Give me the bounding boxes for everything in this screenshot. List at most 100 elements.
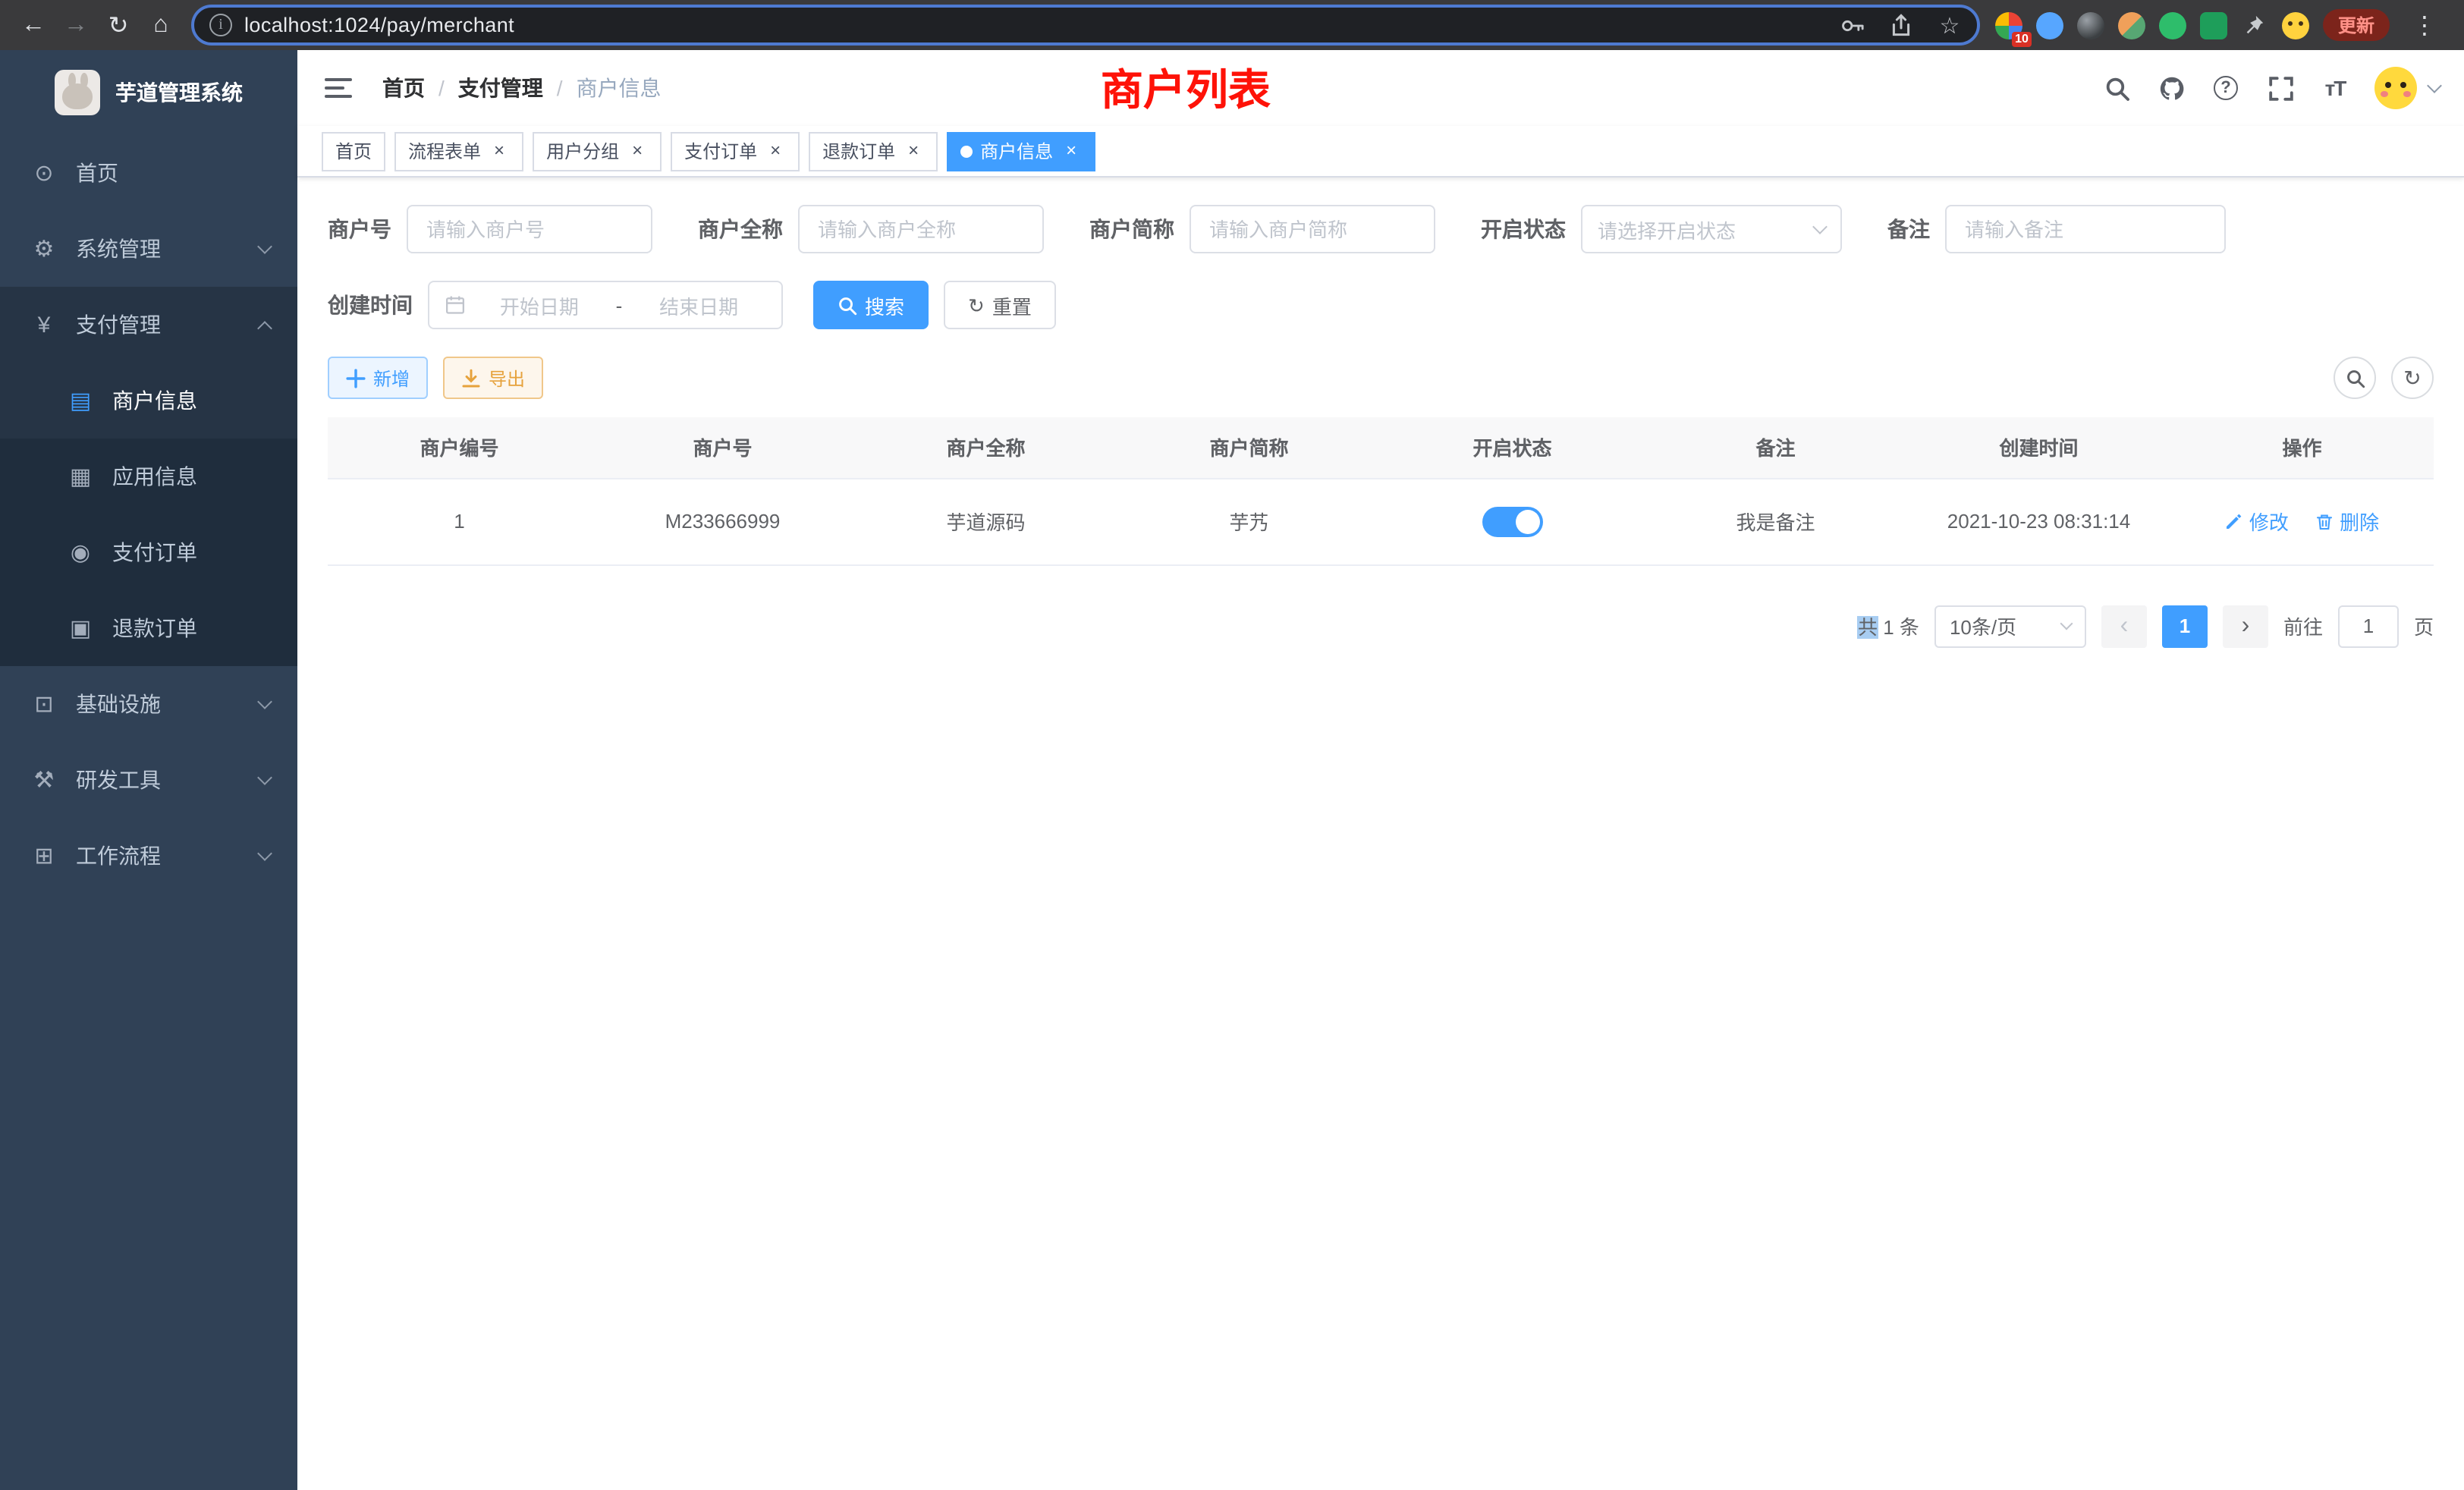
sidebar-item-app-info[interactable]: ▦ 应用信息: [0, 439, 297, 514]
export-button[interactable]: 导出: [443, 357, 543, 399]
breadcrumb-payment[interactable]: 支付管理: [458, 73, 543, 103]
full-name-input[interactable]: [798, 205, 1044, 253]
sidebar-item-pay-order[interactable]: ◉ 支付订单: [0, 514, 297, 590]
refresh-icon: ↻: [968, 295, 985, 315]
chevron-down-icon: [257, 845, 272, 860]
remark-input[interactable]: [1945, 205, 2226, 253]
sidebar-item-infrastructure[interactable]: ⊡ 基础设施: [0, 666, 297, 742]
app-logo[interactable]: 芋道管理系统: [0, 50, 297, 135]
tags-bar: 首页 流程表单 × 用户分组 × 支付订单 × 退款订单 ×: [297, 126, 2464, 178]
address-bar[interactable]: localhost:1024/pay/merchant ☆: [191, 5, 1980, 46]
extension-icon-1[interactable]: 10: [1995, 11, 2022, 39]
delete-button[interactable]: 删除: [2315, 507, 2379, 536]
extension-icon-4[interactable]: [2118, 11, 2145, 39]
short-name-label: 商户简称: [1089, 214, 1174, 244]
tab-merchant-info[interactable]: 商户信息 ×: [947, 131, 1095, 171]
toggle-search-button[interactable]: [2334, 357, 2376, 399]
breadcrumb-home[interactable]: 首页: [382, 73, 425, 103]
back-icon[interactable]: ←: [12, 4, 55, 46]
sidebar-item-workflow[interactable]: ⊞ 工作流程: [0, 818, 297, 894]
prev-page-button[interactable]: ‹: [2101, 605, 2147, 647]
add-button[interactable]: 新增: [328, 357, 428, 399]
tab-process-form[interactable]: 流程表单 ×: [394, 131, 523, 171]
sidebar-item-payment[interactable]: ¥ 支付管理: [0, 287, 297, 363]
close-icon[interactable]: ×: [765, 140, 786, 162]
help-icon[interactable]: [2211, 73, 2241, 103]
tab-home[interactable]: 首页: [322, 131, 385, 171]
extension-icon-5[interactable]: [2159, 11, 2186, 39]
sidebar-item-system[interactable]: ⚙ 系统管理: [0, 211, 297, 287]
close-icon[interactable]: ×: [489, 140, 510, 162]
reload-icon[interactable]: ↻: [97, 4, 140, 46]
status-toggle[interactable]: [1482, 506, 1543, 536]
goto-label: 前往: [2283, 611, 2323, 640]
user-avatar[interactable]: [2374, 67, 2417, 109]
cell-remark: 我是备注: [1644, 478, 1907, 564]
document-icon: ▣: [67, 615, 94, 642]
active-dot: [960, 145, 973, 157]
next-page-button[interactable]: ›: [2223, 605, 2268, 647]
chevron-down-icon: [257, 693, 272, 709]
workflow-icon: ⊞: [30, 842, 58, 869]
update-button[interactable]: 更新: [2323, 9, 2390, 41]
home-icon[interactable]: ⌂: [140, 4, 182, 46]
goto-page-input[interactable]: [2338, 605, 2399, 647]
close-icon[interactable]: ×: [627, 140, 648, 162]
current-page-button[interactable]: 1: [2162, 605, 2208, 647]
short-name-input[interactable]: [1190, 205, 1435, 253]
content: 商户号 商户全称 商户简称 开启状态 请选择开启状态: [297, 178, 2464, 1490]
share-icon[interactable]: [1883, 7, 1919, 43]
sidebar-item-home[interactable]: ⊙ 首页: [0, 135, 297, 211]
browser-menu-icon[interactable]: ⋮: [2403, 4, 2446, 46]
extension-icon-2[interactable]: [2036, 11, 2063, 39]
page-size-select[interactable]: 10条/页: [1934, 605, 2086, 647]
navbar-actions: [2101, 67, 2440, 109]
start-date-placeholder: 开始日期: [472, 291, 607, 319]
search-button[interactable]: 搜索: [813, 281, 929, 329]
pagination-total: 共 1 条: [1858, 611, 1919, 640]
tab-user-group[interactable]: 用户分组 ×: [533, 131, 662, 171]
grid-icon: ▦: [67, 463, 94, 490]
extension-icon-6[interactable]: [2200, 11, 2227, 39]
key-icon[interactable]: [1834, 7, 1871, 43]
search-icon[interactable]: [2101, 73, 2132, 103]
chevron-down-icon: [1812, 218, 1828, 234]
chevron-down-icon: [2060, 617, 2073, 630]
sidebar-item-refund-order[interactable]: ▣ 退款订单: [0, 590, 297, 666]
sidebar-item-merchant-info[interactable]: ▤ 商户信息: [0, 363, 297, 439]
calendar-icon: [445, 294, 466, 316]
cell-create-time: 2021-10-23 08:31:14: [1907, 478, 2170, 564]
close-icon[interactable]: ×: [1061, 140, 1082, 162]
github-icon[interactable]: [2156, 73, 2186, 103]
info-icon[interactable]: [209, 14, 232, 36]
app-title: 芋道管理系统: [115, 77, 243, 108]
edit-button[interactable]: 修改: [2225, 507, 2289, 536]
tab-pay-order[interactable]: 支付订单 ×: [671, 131, 800, 171]
record-icon: ◉: [67, 539, 94, 566]
tab-refund-order[interactable]: 退款订单 ×: [809, 131, 938, 171]
credit-card-icon: ▤: [67, 387, 94, 414]
date-range-picker[interactable]: 开始日期 - 结束日期: [428, 281, 783, 329]
status-select[interactable]: 请选择开启状态: [1581, 205, 1842, 253]
close-icon[interactable]: ×: [903, 140, 924, 162]
emoji-extension-icon[interactable]: [2282, 11, 2309, 39]
sidebar-item-devtools[interactable]: ⚒ 研发工具: [0, 742, 297, 818]
download-icon: [461, 368, 481, 388]
reset-button[interactable]: ↻ 重置: [944, 281, 1056, 329]
hamburger-icon[interactable]: [322, 71, 355, 105]
table-row: 1 M233666999 芋道源码 芋艿 我是备注 2021-10-23 08:…: [328, 478, 2434, 564]
create-time-label: 创建时间: [328, 290, 413, 320]
star-icon[interactable]: ☆: [1931, 7, 1968, 43]
fullscreen-icon[interactable]: [2265, 73, 2296, 103]
refresh-table-button[interactable]: ↻: [2391, 357, 2434, 399]
browser-toolbar: ← → ↻ ⌂ localhost:1024/pay/merchant ☆ 10: [0, 0, 2464, 50]
forward-icon[interactable]: →: [55, 4, 97, 46]
col-create-time: 创建时间: [1907, 417, 2170, 478]
gear-icon: ⚙: [30, 235, 58, 262]
pin-icon[interactable]: [2241, 11, 2268, 39]
page-unit-label: 页: [2414, 611, 2434, 640]
extension-icon-3[interactable]: [2077, 11, 2104, 39]
merchant-no-input[interactable]: [407, 205, 652, 253]
col-merchant-no: 商户号: [591, 417, 854, 478]
font-size-icon[interactable]: [2320, 73, 2350, 103]
